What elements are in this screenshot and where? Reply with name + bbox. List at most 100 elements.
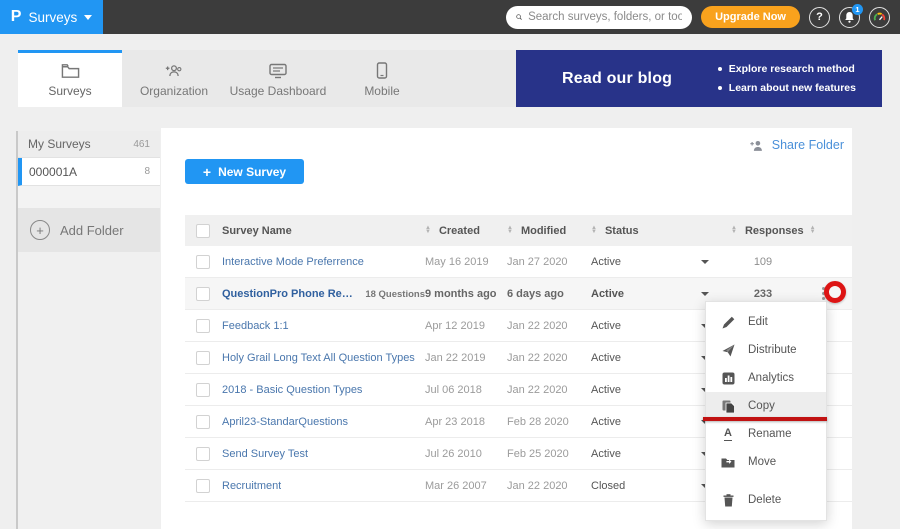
- product-menu-label: Surveys: [28, 10, 77, 25]
- status-dropdown-caret[interactable]: [701, 292, 709, 296]
- gauge-icon: [873, 11, 886, 24]
- survey-name-link[interactable]: April23-StandarQuestions: [222, 416, 348, 428]
- row-checkbox[interactable]: [196, 255, 210, 269]
- created-cell: Jul 06 2018: [425, 384, 507, 396]
- created-cell: Apr 23 2018: [425, 416, 507, 428]
- table-row[interactable]: Interactive Mode Preferrence May 16 2019…: [185, 246, 852, 278]
- add-folder-button[interactable]: + Add Folder: [18, 208, 160, 252]
- blog-banner[interactable]: Read our blog Explore research method Le…: [516, 50, 882, 107]
- survey-name-link[interactable]: Feedback 1:1: [222, 320, 289, 332]
- main-tabs: Surveys Organization Usage Dashboard Mob…: [18, 50, 516, 107]
- sort-icon[interactable]: [731, 227, 737, 234]
- created-cell: Mar 26 2007: [425, 480, 507, 492]
- search-input[interactable]: [528, 11, 682, 23]
- header-survey-name[interactable]: Survey Name: [222, 225, 425, 237]
- tab-label: Organization: [140, 84, 208, 98]
- created-cell: May 16 2019: [425, 256, 507, 268]
- folder-icon: [61, 63, 80, 79]
- menu-item-delete[interactable]: Delete: [706, 486, 826, 514]
- banner-bullet: Learn about new features: [729, 82, 856, 94]
- question-count-badge: 18 Questions: [365, 289, 425, 300]
- new-survey-button[interactable]: + New Survey: [185, 159, 304, 184]
- menu-item-edit[interactable]: Edit: [706, 308, 826, 336]
- header-modified[interactable]: Modified: [507, 225, 591, 237]
- global-search[interactable]: [506, 6, 692, 29]
- share-folder-link[interactable]: Share Folder: [749, 138, 844, 152]
- menu-item-copy[interactable]: Copy: [706, 392, 826, 420]
- chevron-down-icon: [84, 15, 92, 20]
- help-button[interactable]: ?: [809, 7, 830, 28]
- header-responses[interactable]: Responses: [731, 225, 795, 237]
- top-bar: P Surveys Upgrade Now ? 1: [0, 0, 900, 34]
- banner-bullets: Explore research method Learn about new …: [718, 63, 856, 94]
- row-checkbox[interactable]: [196, 415, 210, 429]
- sort-icon[interactable]: [810, 227, 816, 234]
- new-survey-label: New Survey: [218, 165, 286, 179]
- header-created[interactable]: Created: [425, 225, 507, 237]
- status-cell: Active: [591, 288, 701, 300]
- row-checkbox[interactable]: [196, 383, 210, 397]
- status-dropdown-caret[interactable]: [701, 260, 709, 264]
- trash-icon: [721, 494, 735, 507]
- modified-cell: Jan 22 2020: [507, 352, 591, 364]
- add-people-icon: [164, 63, 184, 79]
- tab-surveys[interactable]: Surveys: [18, 50, 122, 107]
- sort-icon[interactable]: [507, 227, 513, 234]
- created-cell: Jul 26 2010: [425, 448, 507, 460]
- copy-icon: [721, 400, 735, 413]
- sort-icon[interactable]: [425, 227, 431, 234]
- monitor-icon: [268, 63, 288, 79]
- add-folder-label: Add Folder: [60, 223, 124, 238]
- status-cell: Active: [591, 352, 701, 364]
- bar-chart-icon: [721, 372, 735, 385]
- modified-cell: Feb 28 2020: [507, 416, 591, 428]
- row-checkbox[interactable]: [196, 447, 210, 461]
- row-checkbox[interactable]: [196, 351, 210, 365]
- folder-count: 461: [133, 139, 150, 150]
- survey-name-link[interactable]: Holy Grail Long Text All Question Types: [222, 352, 415, 364]
- survey-name-link[interactable]: QuestionPro Phone Research: [222, 288, 358, 300]
- row-context-menu: Edit Distribute Analytics Copy A Rename …: [705, 301, 827, 521]
- created-cell: Jan 22 2019: [425, 352, 507, 364]
- tab-usage-dashboard[interactable]: Usage Dashboard: [226, 50, 330, 107]
- survey-name-link[interactable]: 2018 - Basic Question Types: [222, 384, 362, 396]
- responses-cell: 109: [731, 256, 795, 268]
- menu-item-rename[interactable]: A Rename: [706, 420, 826, 448]
- tab-label: Usage Dashboard: [230, 84, 327, 98]
- sort-icon[interactable]: [591, 227, 597, 234]
- folder-label: My Surveys: [28, 137, 91, 151]
- bullet-icon: [718, 86, 722, 90]
- header-status[interactable]: Status: [591, 225, 701, 237]
- plus-icon: +: [203, 165, 211, 179]
- menu-item-move[interactable]: Move: [706, 448, 826, 476]
- topbar-actions: Upgrade Now ? 1: [506, 6, 900, 29]
- tab-mobile[interactable]: Mobile: [330, 50, 434, 107]
- survey-name-link[interactable]: Send Survey Test: [222, 448, 308, 460]
- menu-item-analytics[interactable]: Analytics: [706, 364, 826, 392]
- annotation-circle-more-menu: [824, 281, 846, 303]
- product-menu[interactable]: P Surveys: [0, 0, 103, 34]
- folder-move-icon: [721, 456, 735, 468]
- row-checkbox[interactable]: [196, 479, 210, 493]
- modified-cell: Jan 27 2020: [507, 256, 591, 268]
- search-icon: [516, 11, 522, 23]
- row-checkbox[interactable]: [196, 287, 210, 301]
- row-checkbox[interactable]: [196, 319, 210, 333]
- tab-organization[interactable]: Organization: [122, 50, 226, 107]
- sidebar-item-000001a[interactable]: 000001A 8: [18, 158, 160, 186]
- modified-cell: Feb 25 2020: [507, 448, 591, 460]
- upgrade-now-button[interactable]: Upgrade Now: [701, 6, 800, 28]
- sidebar-item-my-surveys[interactable]: My Surveys 461: [18, 131, 160, 158]
- notifications-button[interactable]: 1: [839, 7, 860, 28]
- menu-item-distribute[interactable]: Distribute: [706, 336, 826, 364]
- select-all-checkbox[interactable]: [196, 224, 210, 238]
- survey-name-link[interactable]: Interactive Mode Preferrence: [222, 256, 364, 268]
- folder-label: 000001A: [29, 165, 77, 179]
- tab-label: Mobile: [364, 84, 399, 98]
- responses-cell: 233: [731, 288, 795, 300]
- questionpro-logo-icon: P: [11, 8, 22, 26]
- created-cell: 9 months ago: [425, 288, 507, 300]
- usage-meter-button[interactable]: [869, 7, 890, 28]
- banner-bullet: Explore research method: [729, 63, 855, 75]
- survey-name-link[interactable]: Recruitment: [222, 480, 281, 492]
